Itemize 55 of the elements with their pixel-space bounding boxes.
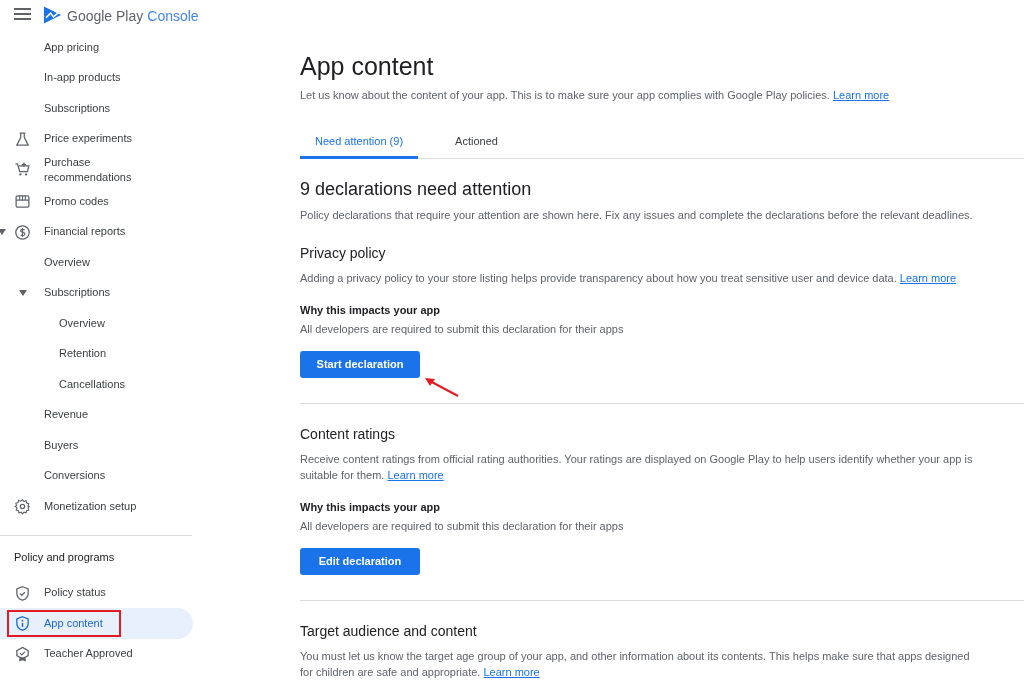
nav-item[interactable]: Monetization setup: [44, 498, 154, 514]
nav-item[interactable]: Conversions: [44, 468, 154, 484]
nav-item[interactable]: Overview: [44, 254, 154, 270]
impact-title: Why this impacts your app: [300, 303, 441, 318]
declaration-title: Content ratings: [300, 425, 396, 444]
nav-item[interactable]: App content: [44, 615, 103, 631]
page-subtitle: Let us know about the content of your app. This is to make sure your app complies with Google Play policies. Learn more: [300, 88, 891, 103]
learn-more-link[interactable]: Learn more: [483, 666, 540, 678]
tab[interactable]: Need attention (9): [300, 127, 419, 159]
nav-item[interactable]: Cancellations: [59, 376, 169, 392]
declaration-button[interactable]: Edit declaration: [300, 548, 420, 575]
nav-item[interactable]: Subscriptions: [44, 285, 154, 301]
storefront-icon: [14, 193, 31, 210]
section-heading: 9 declarations need attention: [300, 178, 533, 201]
declaration-title: Privacy policy: [300, 244, 387, 263]
impact-text: All developers are required to submit this declaration for their apps: [300, 322, 625, 337]
brand-name: Google Play: [67, 7, 144, 25]
section-title: Policy and programs: [14, 549, 116, 565]
logo-icon: [43, 5, 62, 25]
learn-more-link[interactable]: Learn more: [387, 469, 444, 481]
dollar-icon: [14, 223, 31, 241]
menu-button[interactable]: [14, 7, 31, 21]
nav-item[interactable]: Policy status: [44, 585, 106, 601]
tab[interactable]: Actioned: [440, 127, 513, 159]
product-name: Console: [147, 7, 199, 25]
learn-more-link[interactable]: Learn more: [833, 89, 890, 101]
menu-icon: [14, 8, 31, 20]
nav-item[interactable]: Financial reports: [44, 224, 154, 240]
shield-info-icon: [14, 615, 31, 632]
cart-icon: [14, 161, 31, 178]
nav-item[interactable]: Teacher Approved: [44, 646, 133, 662]
impact-title: Why this impacts your app: [300, 500, 441, 515]
nav-item[interactable]: Price experiments: [44, 131, 154, 147]
declaration-description: You must let us know the target age group of your app, and other information about its contents. This helps make sure that apps designed for children are safe and appropriate. Learn more: [300, 649, 971, 680]
badge-icon: [14, 645, 31, 663]
nav-item[interactable]: Subscriptions: [44, 100, 154, 116]
nav-item[interactable]: In-app products: [44, 70, 154, 86]
shield-check-icon: [14, 584, 31, 602]
nav-item[interactable]: Overview: [59, 315, 169, 331]
declaration-description: Adding a privacy policy to your store listing helps provide transparency about how you treat sensitive user and device data. Learn more: [300, 271, 958, 286]
impact-text: All developers are required to submit this declaration for their apps: [300, 519, 625, 534]
page-title: App content: [300, 51, 435, 82]
learn-more-link[interactable]: Learn more: [899, 272, 957, 284]
gear-icon: [14, 498, 31, 515]
declaration-title: Target audience and content: [300, 622, 478, 641]
declaration-description: Receive content ratings from official rating authorities. Your ratings are displayed on Google Play to help users identify whether your app is suitable for them. Learn more: [300, 452, 974, 483]
nav-item[interactable]: Revenue: [44, 407, 154, 423]
intro-text: Policy declarations that require your attention are shown here. Fix any issues and complete the declarations before the relevant deadlines.: [300, 208, 974, 223]
nav-item[interactable]: Buyers: [44, 437, 154, 453]
nav-item[interactable]: Retention: [59, 346, 169, 362]
declaration-button[interactable]: Start declaration: [300, 351, 420, 378]
nav-item[interactable]: Promo codes: [44, 193, 154, 209]
nav-item[interactable]: Purchase recommendations: [44, 155, 154, 185]
nav-item[interactable]: App pricing: [44, 39, 154, 55]
flask-icon: [14, 130, 31, 148]
